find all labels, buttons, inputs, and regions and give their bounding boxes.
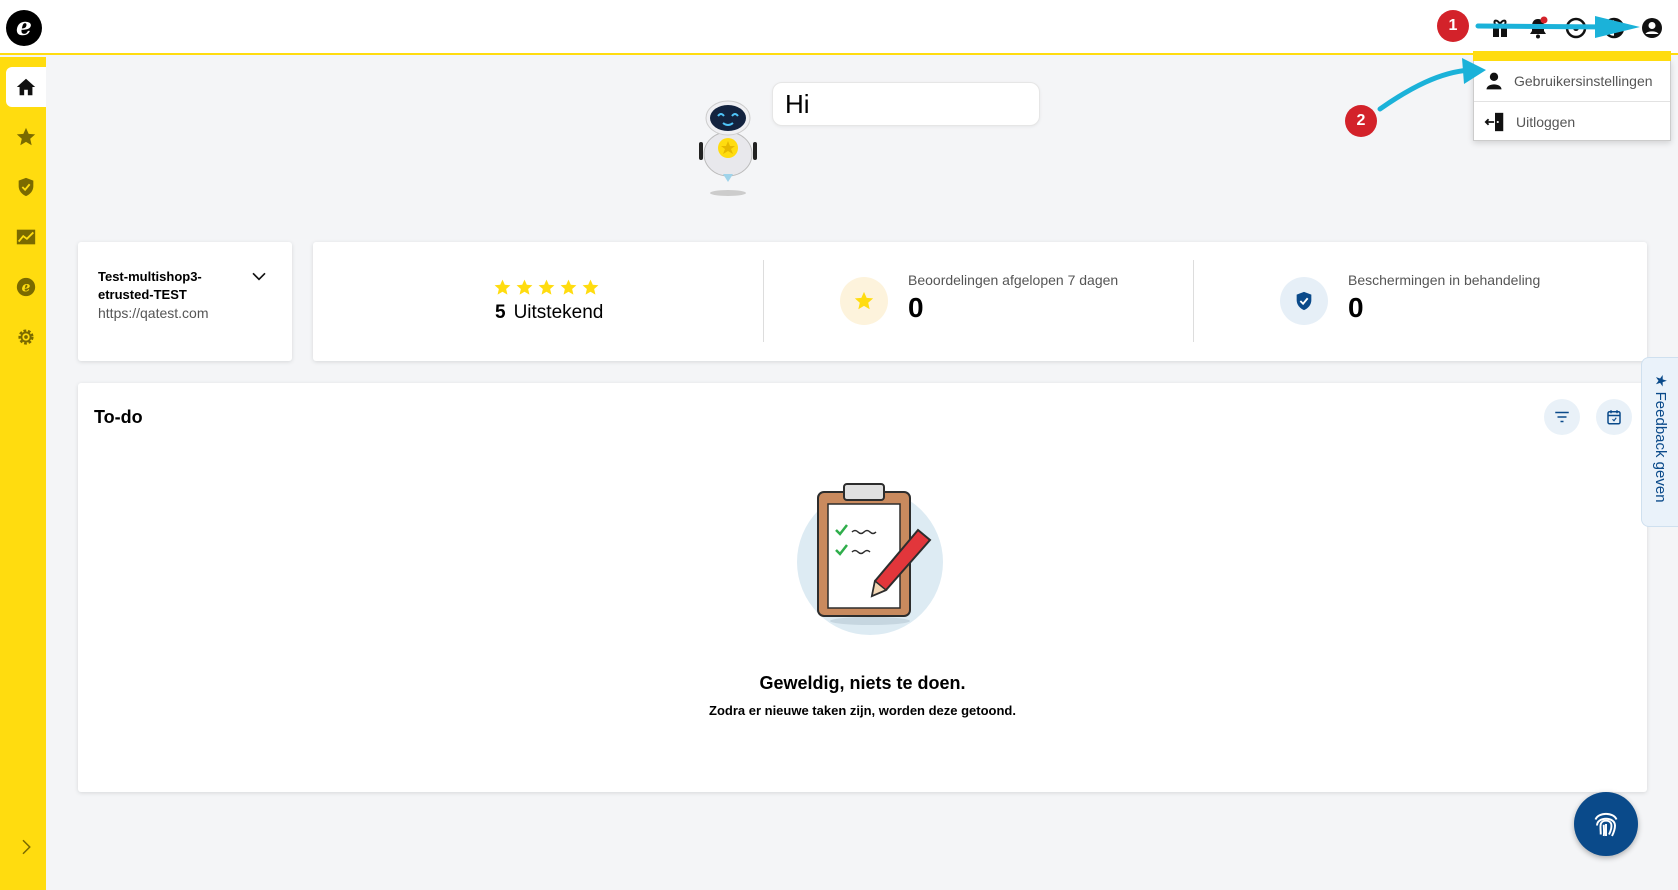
- logo-letter: e: [16, 12, 32, 41]
- logout-icon: [1484, 112, 1504, 131]
- filter-button[interactable]: [1544, 399, 1580, 435]
- menu-item-logout[interactable]: Uitloggen: [1474, 101, 1670, 141]
- robot-illustration: [699, 100, 757, 196]
- stats-card: 5 Uitstekend Beoordelingen afgelopen 7 da…: [313, 242, 1647, 361]
- chevron-down-icon[interactable]: [251, 268, 267, 284]
- rating-summary: 5 Uitstekend: [495, 302, 603, 324]
- protections-stat-value: 0: [1348, 292, 1364, 323]
- halfmoon-icon[interactable]: [1600, 14, 1628, 42]
- help-icon[interactable]: [1562, 14, 1590, 42]
- home-icon: [16, 78, 36, 96]
- feedback-label-text: Feedback geven: [1652, 391, 1669, 503]
- sidebar-item-home[interactable]: [6, 67, 46, 107]
- empty-state-subtitle: Zodra er nieuwe taken zijn, worden deze …: [709, 703, 1016, 718]
- gift-icon[interactable]: [1486, 14, 1514, 42]
- user-icon: [1486, 72, 1502, 90]
- rating-label: Uitstekend: [513, 302, 604, 323]
- top-icons: [1486, 14, 1666, 42]
- annotation-badge-2: 2: [1345, 105, 1377, 137]
- star-icon: [516, 279, 533, 295]
- star-icon: [582, 279, 599, 295]
- rating-stars: [493, 278, 600, 297]
- gear-icon: [18, 329, 34, 345]
- menu-item-label: Gebruikersinstellingen: [1514, 73, 1653, 89]
- shop-name: Test-multishop3-etrusted-TEST: [98, 269, 202, 302]
- annotation-badge-1: 1: [1437, 10, 1469, 42]
- calendar-icon: [1607, 410, 1621, 425]
- divider: [1193, 260, 1194, 342]
- svg-text:e: e: [22, 280, 31, 296]
- menu-item-label: Uitloggen: [1516, 113, 1576, 130]
- sidebar-item-reviews[interactable]: [6, 117, 46, 157]
- sidebar-expand-button[interactable]: [6, 827, 46, 867]
- star-icon: [560, 279, 577, 295]
- chevron-right-icon: [22, 839, 31, 855]
- sidebar-item-protection[interactable]: [6, 167, 46, 207]
- filter-icon: [1555, 411, 1569, 423]
- calendar-button[interactable]: [1596, 399, 1632, 435]
- greeting-bubble: Hi: [772, 82, 1040, 126]
- reviews-stat-icon: [840, 277, 888, 325]
- sidebar-item-analytics[interactable]: [6, 217, 46, 257]
- fingerprint-icon: [1594, 812, 1618, 837]
- bell-icon[interactable]: [1524, 14, 1552, 42]
- star-icon: [538, 279, 555, 295]
- shield-check-icon: [1296, 291, 1312, 311]
- shield-check-icon: [18, 177, 34, 197]
- star-icon: [854, 291, 874, 310]
- etrusted-icon: e: [16, 277, 36, 297]
- sidebar-item-settings[interactable]: [6, 317, 46, 357]
- sidebar: e: [0, 57, 46, 890]
- account-dropdown: Gebruikersinstellingen Uitloggen: [1473, 51, 1671, 141]
- etrusted-logo[interactable]: e: [6, 10, 42, 46]
- account-icon[interactable]: [1638, 14, 1666, 42]
- fingerprint-button[interactable]: [1574, 792, 1638, 856]
- todo-title: To-do: [94, 407, 143, 427]
- shop-selector[interactable]: Test-multishop3-etrusted-TEST https://qa…: [78, 242, 292, 361]
- divider: [763, 260, 764, 342]
- protections-stat-label: Beschermingen in behandeling: [1348, 272, 1541, 288]
- star-icon: [16, 127, 36, 146]
- empty-state-title: Geweldig, niets te doen.: [759, 673, 966, 693]
- shop-url: https://qatest.com: [98, 305, 209, 321]
- sidebar-item-etrusted[interactable]: e: [6, 267, 46, 307]
- rating-score: 5: [495, 302, 506, 323]
- menu-item-user-settings[interactable]: Gebruikersinstellingen: [1474, 61, 1670, 101]
- star-icon: [494, 279, 511, 295]
- protections-stat-icon: [1280, 277, 1328, 325]
- reviews-stat-value: 0: [908, 292, 924, 323]
- top-bar: e: [0, 0, 1678, 55]
- feedback-label: ★ Feedback geven: [1652, 374, 1669, 503]
- clipboard-illustration: [797, 483, 943, 635]
- reviews-stat-label: Beoordelingen afgelopen 7 dagen: [908, 272, 1119, 288]
- feedback-tab[interactable]: ★ Feedback geven: [1641, 357, 1678, 527]
- chart-icon: [16, 229, 36, 245]
- todo-card: To-do Geweldig, niets te doen. Zodra er …: [78, 383, 1647, 792]
